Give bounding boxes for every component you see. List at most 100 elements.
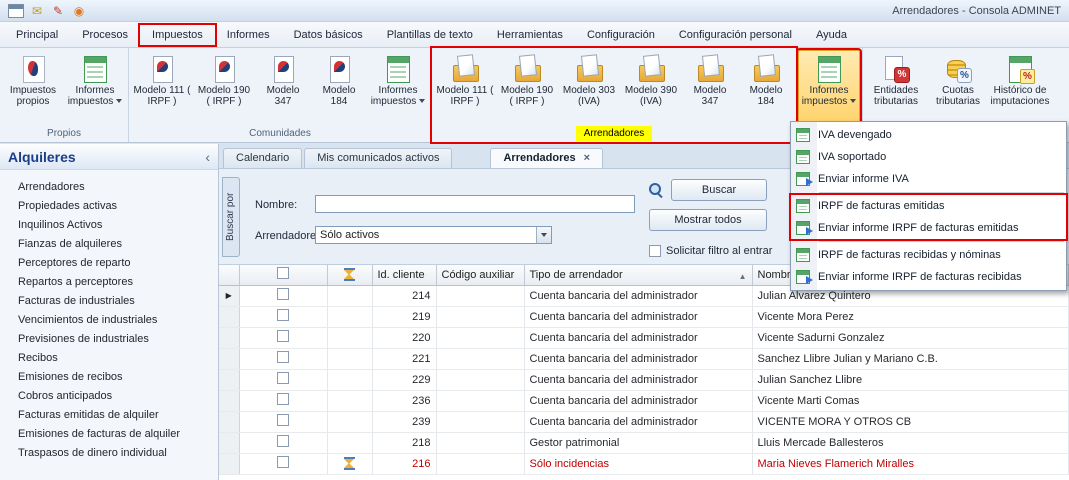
- ribbon-button-modelo-303-arrendadores[interactable]: Modelo 303 (IVA): [558, 50, 620, 126]
- cell-tipo[interactable]: Cuenta bancaria del administrador: [524, 411, 752, 432]
- cell-id-cliente[interactable]: 219: [372, 306, 436, 327]
- ribbon-button-cuotas-tributarias[interactable]: Cuotas tributarias: [927, 50, 989, 126]
- ribbon-button-modelo-184-arrendadores[interactable]: Modelo 184: [738, 50, 794, 126]
- cell-tipo[interactable]: Cuenta bancaria del administrador: [524, 348, 752, 369]
- table-row[interactable]: 219 Cuenta bancaria del administrador Vi…: [219, 306, 1069, 327]
- mail-icon[interactable]: ✉: [29, 4, 45, 18]
- column-header-codigo-auxiliar[interactable]: Código auxiliar: [436, 265, 524, 285]
- combobox-dropdown-icon[interactable]: [536, 227, 551, 243]
- cell-codigo[interactable]: [436, 432, 524, 453]
- cell-tipo[interactable]: Gestor patrimonial: [524, 432, 752, 453]
- cell-id-cliente[interactable]: 216: [372, 453, 436, 474]
- record-icon[interactable]: ◉: [71, 4, 87, 18]
- table-row[interactable]: 229 Cuenta bancaria del administrador Ju…: [219, 369, 1069, 390]
- menu-item-irpf-facturas-recibidas[interactable]: IRPF de facturas recibidas y nóminas: [791, 244, 1066, 266]
- ribbon-button-informes-impuestos-propios[interactable]: Informes impuestos: [64, 50, 126, 126]
- sidebar-item-facturas-industriales[interactable]: Facturas de industriales: [0, 292, 218, 311]
- row-checkbox[interactable]: [277, 393, 289, 405]
- incidencias-column-header[interactable]: [327, 265, 372, 285]
- sidebar-item-traspasos-dinero[interactable]: Traspasos de dinero individual: [0, 444, 218, 463]
- table-row[interactable]: 218 Gestor patrimonial Lluis Mercade Bal…: [219, 432, 1069, 453]
- menu-tab-impuestos[interactable]: Impuestos: [140, 25, 215, 45]
- menu-tab-herramientas[interactable]: Herramientas: [485, 25, 575, 45]
- tab-arrendadores[interactable]: Arrendadores×: [490, 148, 603, 168]
- cell-id-cliente[interactable]: 218: [372, 432, 436, 453]
- ribbon-button-modelo-347-arrendadores[interactable]: Modelo 347: [682, 50, 738, 126]
- row-checkbox-cell[interactable]: [239, 432, 327, 453]
- cell-tipo[interactable]: Cuenta bancaria del administrador: [524, 285, 752, 306]
- row-checkbox-cell[interactable]: [239, 348, 327, 369]
- cell-codigo[interactable]: [436, 369, 524, 390]
- cell-tipo[interactable]: Cuenta bancaria del administrador: [524, 369, 752, 390]
- row-checkbox-cell[interactable]: [239, 411, 327, 432]
- sidebar-item-previsiones-industriales[interactable]: Previsiones de industriales: [0, 330, 218, 349]
- ribbon-button-modelo-190-arrendadores[interactable]: Modelo 190 ( IRPF ): [496, 50, 558, 126]
- ribbon-button-informes-impuestos-arrendadores[interactable]: Informes impuestos: [798, 50, 860, 126]
- table-row[interactable]: 216 Sólo incidencias Maria Nieves Flamer…: [219, 453, 1069, 474]
- row-checkbox-cell[interactable]: [239, 369, 327, 390]
- row-checkbox-cell[interactable]: [239, 306, 327, 327]
- cell-id-cliente[interactable]: 214: [372, 285, 436, 306]
- menu-item-enviar-informe-iva[interactable]: Enviar informe IVA: [791, 168, 1066, 190]
- cell-codigo[interactable]: [436, 327, 524, 348]
- cell-nombre[interactable]: Vicente Mora Perez: [752, 306, 1069, 327]
- row-checkbox[interactable]: [277, 372, 289, 384]
- edit-icon[interactable]: ✎: [50, 4, 66, 18]
- cell-tipo[interactable]: Cuenta bancaria del administrador: [524, 327, 752, 348]
- menu-tab-principal[interactable]: Principal: [4, 25, 70, 45]
- nombre-input[interactable]: [315, 195, 635, 213]
- cell-nombre[interactable]: Lluis Mercade Ballesteros: [752, 432, 1069, 453]
- cell-tipo[interactable]: Sólo incidencias: [524, 453, 752, 474]
- menu-tab-configuracion[interactable]: Configuración: [575, 25, 667, 45]
- tab-mis-comunicados-activos[interactable]: Mis comunicados activos: [304, 148, 452, 168]
- ribbon-button-modelo-390-arrendadores[interactable]: Modelo 390 (IVA): [620, 50, 682, 126]
- cell-nombre[interactable]: Sanchez Llibre Julian y Mariano C.B.: [752, 348, 1069, 369]
- table-row[interactable]: 236 Cuenta bancaria del administrador Vi…: [219, 390, 1069, 411]
- cell-codigo[interactable]: [436, 453, 524, 474]
- ribbon-button-modelo-111-arrendadores[interactable]: Modelo 111 ( IRPF ): [434, 50, 496, 126]
- sidebar-item-inquilinos-activos[interactable]: Inquilinos Activos: [0, 216, 218, 235]
- ribbon-button-modelo-347-comunidades[interactable]: Modelo 347: [255, 50, 311, 126]
- menu-tab-ayuda[interactable]: Ayuda: [804, 25, 859, 45]
- ribbon-button-modelo-184-comunidades[interactable]: Modelo 184: [311, 50, 367, 126]
- sidebar-item-recibos[interactable]: Recibos: [0, 349, 218, 368]
- sidebar-item-repartos-perceptores[interactable]: Repartos a perceptores: [0, 273, 218, 292]
- cell-codigo[interactable]: [436, 390, 524, 411]
- sidebar-item-cobros-anticipados[interactable]: Cobros anticipados: [0, 387, 218, 406]
- table-row[interactable]: 221 Cuenta bancaria del administrador Sa…: [219, 348, 1069, 369]
- cell-nombre[interactable]: Vicente Marti Comas: [752, 390, 1069, 411]
- solicitar-filtro-checkbox[interactable]: [649, 245, 661, 257]
- sidebar-item-arrendadores[interactable]: Arrendadores: [0, 178, 218, 197]
- sidebar-item-propiedades-activas[interactable]: Propiedades activas: [0, 197, 218, 216]
- ribbon-button-modelo-190-comunidades[interactable]: Modelo 190 ( IRPF ): [193, 50, 255, 126]
- sidebar-item-facturas-emitidas-alquiler[interactable]: Facturas emitidas de alquiler: [0, 406, 218, 425]
- column-header-id-cliente[interactable]: Id. cliente: [372, 265, 436, 285]
- row-checkbox-cell[interactable]: [239, 327, 327, 348]
- arrendadores-filter-combobox[interactable]: Sólo activos: [315, 226, 552, 244]
- cell-id-cliente[interactable]: 229: [372, 369, 436, 390]
- sidebar-item-emisiones-facturas-alquiler[interactable]: Emisiones de facturas de alquiler: [0, 425, 218, 444]
- menu-tab-informes[interactable]: Informes: [215, 25, 282, 45]
- tab-calendario[interactable]: Calendario: [223, 148, 302, 168]
- menu-tab-plantillas[interactable]: Plantillas de texto: [375, 25, 485, 45]
- menu-item-enviar-informe-irpf-recibidas[interactable]: Enviar informe IRPF de facturas recibida…: [791, 266, 1066, 288]
- row-checkbox[interactable]: [277, 456, 289, 468]
- row-checkbox-cell[interactable]: [239, 453, 327, 474]
- cell-codigo[interactable]: [436, 306, 524, 327]
- row-checkbox[interactable]: [277, 288, 289, 300]
- collapse-sidebar-icon[interactable]: ‹: [205, 149, 210, 165]
- sidebar-item-perceptores-reparto[interactable]: Perceptores de reparto: [0, 254, 218, 273]
- cell-nombre[interactable]: Maria Nieves Flamerich Miralles: [752, 453, 1069, 474]
- menu-item-iva-soportado[interactable]: IVA soportado: [791, 146, 1066, 168]
- row-checkbox-cell[interactable]: [239, 285, 327, 306]
- menu-tab-procesos[interactable]: Procesos: [70, 25, 140, 45]
- cell-id-cliente[interactable]: 239: [372, 411, 436, 432]
- ribbon-button-historico-imputaciones[interactable]: Histórico de imputaciones: [989, 50, 1051, 126]
- menu-item-enviar-informe-irpf-emitidas[interactable]: Enviar informe IRPF de facturas emitidas: [791, 217, 1066, 239]
- sidebar-item-vencimientos-industriales[interactable]: Vencimientos de industriales: [0, 311, 218, 330]
- cell-nombre[interactable]: Vicente Sadurni Gonzalez: [752, 327, 1069, 348]
- window-icon[interactable]: [8, 4, 24, 18]
- ribbon-button-informes-impuestos-comunidades[interactable]: Informes impuestos: [367, 50, 429, 126]
- row-checkbox[interactable]: [277, 330, 289, 342]
- cell-codigo[interactable]: [436, 285, 524, 306]
